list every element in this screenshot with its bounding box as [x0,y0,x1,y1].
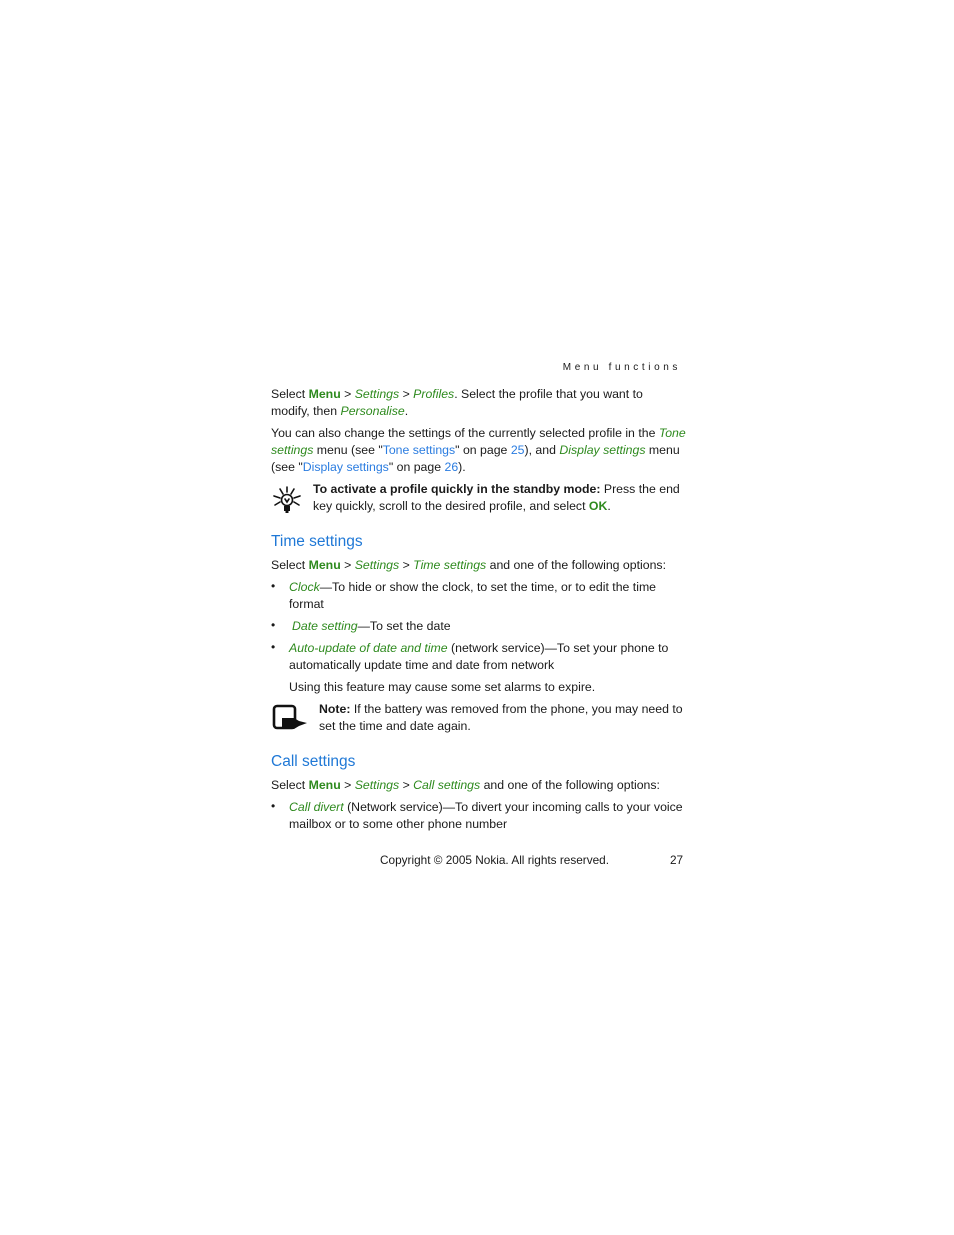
time-settings-path: Select Menu > Settings > Time settings a… [271,557,666,574]
text: modify, then [271,404,341,418]
text: Press the end [600,482,680,496]
call-settings-term: Call settings [413,778,481,792]
text: ). [458,460,466,474]
text: Select [271,387,309,401]
tip-line-1: To activate a profile quickly in the sta… [313,481,680,498]
separator: > [399,387,414,401]
text: and one of the following options: [480,778,660,792]
settings-term: Settings [354,558,400,572]
paragraph-2-line-2: settings menu (see "Tone settings" on pa… [271,442,680,459]
bullet-auto-update-line-2: automatically update time and date from … [289,658,555,672]
bullet-call-divert-line-1: Call divert (Network service)—To divert … [289,799,683,816]
call-settings-path: Select Menu > Settings > Call settings a… [271,777,660,794]
note-line-2: set the time and date again. [319,719,471,733]
text: " on page [388,460,445,474]
bullet-call-divert-line-2: mailbox or to some other phone number [289,817,508,831]
settings-term: settings [271,443,314,457]
note-label: Note: [319,702,351,716]
text: and one of the following options: [486,558,666,572]
page-26-link[interactable]: 26 [444,460,458,474]
text: Select [271,558,309,572]
page-25-link[interactable]: 25 [511,443,525,457]
separator: > [340,778,355,792]
clock-term: Clock [289,580,320,594]
bullet-icon: • [271,640,276,654]
separator: > [399,778,414,792]
settings-term: Settings [354,387,400,401]
profiles-term: Profiles [413,387,455,401]
tone-term: Tone [658,426,686,440]
bullet-auto-update-line-1: Auto-update of date and time (network se… [289,640,668,657]
intro-paragraph-line-2: modify, then Personalise. [271,403,408,420]
ok-term: OK [588,499,608,513]
text: Select [271,778,309,792]
lightbulb-icon [272,485,302,518]
text: (network service)—To set your phone to [447,641,669,655]
section-header: Menu functions [562,362,681,373]
auto-update-term: Auto-update of date and time [289,641,448,655]
bullet-icon: • [271,579,276,593]
tone-settings-link[interactable]: Tone settings [383,443,455,457]
text: menu [645,443,680,457]
time-settings-heading: Time settings [271,533,363,550]
bullet-icon: • [271,799,276,813]
separator: > [340,387,355,401]
bullet-icon: • [271,618,276,632]
text: key quickly, scroll to the desired profi… [313,499,589,513]
auto-update-warning: Using this feature may cause some set al… [289,680,596,694]
text: " on page [455,443,511,457]
call-divert-term: Call divert [289,800,344,814]
date-setting-term: Date setting [292,619,358,633]
text: —To hide or show the clock, to set the t… [319,580,657,594]
separator: > [399,558,414,572]
tip-line-2: key quickly, scroll to the desired profi… [313,498,611,515]
paragraph-2-line-1: You can also change the settings of the … [271,425,686,442]
text: . Select the profile that you want to [454,387,643,401]
copyright: Copyright © 2005 Nokia. All rights reser… [380,853,610,867]
text: menu (see " [313,443,383,457]
time-settings-term: Time settings [413,558,487,572]
display-settings-term: Display settings [559,443,646,457]
text: . [607,499,611,513]
note-line-1: Note: If the battery was removed from th… [319,701,683,718]
bullet-clock-line-1: Clock—To hide or show the clock, to set … [289,579,656,596]
note-icon [272,704,308,735]
text: . [404,404,409,418]
settings-term: Settings [354,778,400,792]
paragraph-2-line-3: (see "Display settings" on page 26). [271,459,466,476]
text: If the battery was removed from the phon… [350,702,683,716]
personalise-term: Personalise [340,404,405,418]
separator: > [340,558,355,572]
text: You can also change the settings of the … [271,426,659,440]
call-settings-heading: Call settings [271,753,356,770]
menu-term: Menu [308,778,341,792]
text: ), and [524,443,560,457]
intro-paragraph-line-1: Select Menu > Settings > Profiles. Selec… [271,386,643,403]
menu-term: Menu [308,558,341,572]
text: (see " [271,460,303,474]
text: —To set the date [357,619,451,633]
page-number: 27 [670,853,684,867]
text: (Network service)—To divert your incomin… [343,800,683,814]
tip-heading: To activate a profile quickly in the sta… [313,482,601,496]
display-settings-link[interactable]: Display settings [303,460,389,474]
bullet-clock-line-2: format [289,597,324,611]
bullet-date-setting: Date setting—To set the date [292,618,451,635]
menu-term: Menu [308,387,341,401]
